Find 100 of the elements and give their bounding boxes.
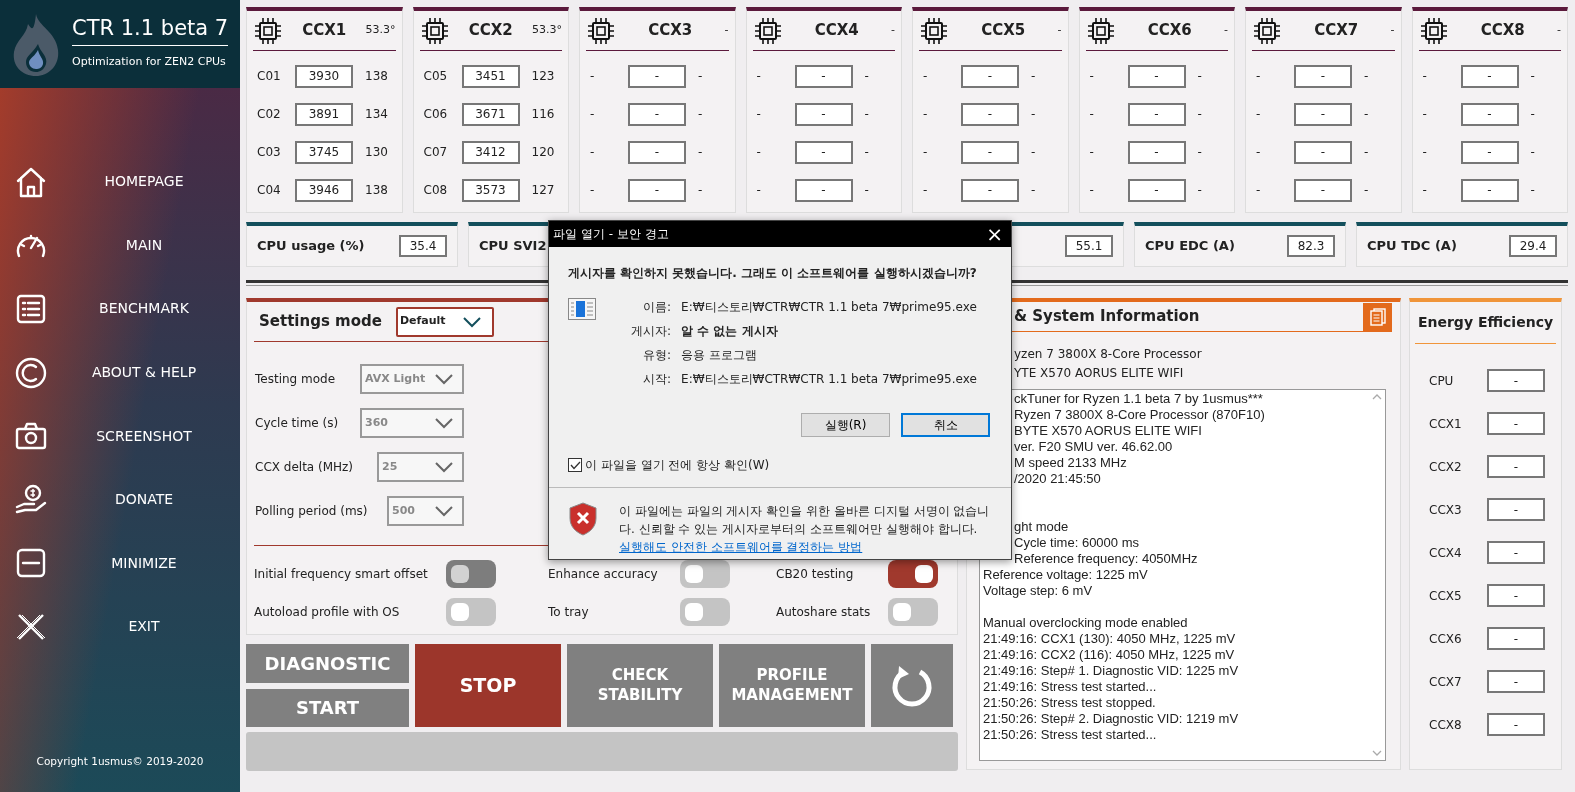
energy-value: - [1487,455,1545,478]
nav-item[interactable]: MAIN [48,234,240,256]
nav-item[interactable]: MINIMIZE [48,552,240,574]
nav-item[interactable]: DONATE [48,489,240,511]
copy-button[interactable] [1363,302,1392,331]
frequency-value: 3891 [295,102,353,126]
log-line: 21:50:26: Stress test stopped. [983,695,1156,711]
temperature: - [1557,22,1561,39]
stat-label: CPU EDC (A) [1145,237,1236,256]
refresh-icon [890,663,934,708]
core-label: - [756,144,762,161]
core-label: - [756,68,762,85]
frequency-value: - [628,140,686,164]
frequency-value: - [794,64,853,88]
field-label: Polling period (ms) [255,503,368,520]
nav-item[interactable]: EXIT [48,616,240,638]
checkbox[interactable] [568,458,582,472]
nav-item[interactable]: HOMEPAGE [48,171,240,193]
field-label: 이름: [642,299,672,316]
ccx-name: CCX4 [813,20,860,42]
frequency-value: - [794,140,853,164]
check-stability-button[interactable]: CHECK STABILITY [567,644,713,727]
toggle-switch[interactable] [680,598,730,626]
diagnostic-button[interactable]: DIAGNOSTIC [246,644,409,683]
chip-icon [1418,15,1449,46]
energy-value: - [1487,412,1545,435]
core-label: - [923,144,929,161]
field-label: 유형: [642,347,672,364]
mode-dropdown[interactable]: Default [395,306,494,337]
log-line: Manual overclocking mode enabled [983,615,1188,631]
nav-item[interactable]: SCREENSHOT [48,425,240,447]
app-subtitle: Optimization for ZEN2 CPUs [72,53,227,70]
close-button[interactable]: × [978,224,1011,244]
chevron-icon [461,315,482,328]
list-icon[interactable] [14,292,48,326]
core-label: - [1422,182,1428,199]
help-link[interactable]: 실행해도 안전한 소프트웨어를 결정하는 방법 [619,538,863,556]
frequency-value: 3451 [461,64,520,88]
profile-management-button[interactable]: PROFILE MANAGEMENT [719,644,865,727]
core-value: 116 [531,106,555,123]
start-button[interactable]: START [246,688,409,727]
log-line: 21:50:26: Stress test started... [983,727,1157,743]
chip-icon [752,15,783,46]
core-value: 138 [365,68,388,85]
toggle-label: Enhance accuracy [548,566,658,583]
field-value: E:₩티스토리₩CTR₩CTR 1.1 beta 7₩prime95.exe [681,371,977,388]
toggle-switch[interactable] [446,598,496,626]
core-label: - [1422,68,1428,85]
application-icon [568,298,596,320]
log-line: 21:49:16: CCX2 (116): 4050 MHz, 1225 mV [983,647,1235,663]
core-value: - [864,182,869,199]
log-line: M speed 2133 MHz [1014,455,1127,471]
field-label: 시작: [642,371,672,388]
system-title: & System Information [1014,306,1200,328]
core-label: - [756,182,762,199]
nav-item[interactable]: ABOUT & HELP [48,362,240,384]
frequency-value: 3671 [461,102,520,126]
toggle-switch[interactable] [888,560,938,588]
log-line: Ryzen 7 3800X 8-Core Processor (870F10) [1014,407,1265,423]
toggle-switch[interactable] [888,598,938,626]
energy-title: Energy Efficiency [1417,313,1554,332]
log-line: Voltage step: 6 mV [983,583,1093,599]
copyright-icon[interactable] [14,355,48,390]
dialog-button[interactable]: 취소 [901,413,990,437]
core-value: - [864,106,869,123]
core-label: C07 [423,144,449,161]
dialog-button[interactable]: 실행(R) [801,413,890,437]
core-label: - [923,106,929,123]
chip-icon [919,15,949,46]
core-label: - [756,106,762,123]
frequency-value: - [628,102,686,126]
refresh-button[interactable] [871,644,953,727]
stop-button[interactable]: STOP [415,644,561,727]
core-value: - [698,182,703,199]
energy-label: CCX1 [1429,415,1463,433]
chip-icon [419,15,450,46]
log-line: 21:49:16: Step# 1. Diagnostic VID: 1225 mV [983,663,1239,679]
temperature: 53.3° [532,22,562,39]
frequency-value: - [961,102,1019,126]
nav-item[interactable]: BENCHMARK [48,298,240,320]
field-value: 응용 프로그램 [681,347,758,364]
core-value: - [1530,144,1535,161]
log-line: Reference voltage: 1225 mV [983,567,1148,583]
core-label: - [590,106,596,123]
stat-value: 82.3 [1287,235,1335,257]
temperature: - [891,22,895,39]
log-line: Cycle time: 60000 ms [1014,535,1139,551]
energy-label: CCX3 [1429,501,1463,519]
chevron-icon [434,373,454,385]
log-line: 21:49:16: Stress test started... [983,679,1157,695]
toggle-label: Autoshare stats [776,604,871,621]
frequency-value: - [961,140,1019,164]
core-value: - [1031,144,1036,161]
frequency-value: - [794,178,853,202]
toggle-switch[interactable] [680,560,730,588]
core-label: C03 [257,144,282,161]
frequency-value: - [961,178,1019,202]
chip-icon [1085,15,1116,46]
toggle-label: CB20 testing [776,566,854,583]
core-value: 123 [531,68,555,85]
